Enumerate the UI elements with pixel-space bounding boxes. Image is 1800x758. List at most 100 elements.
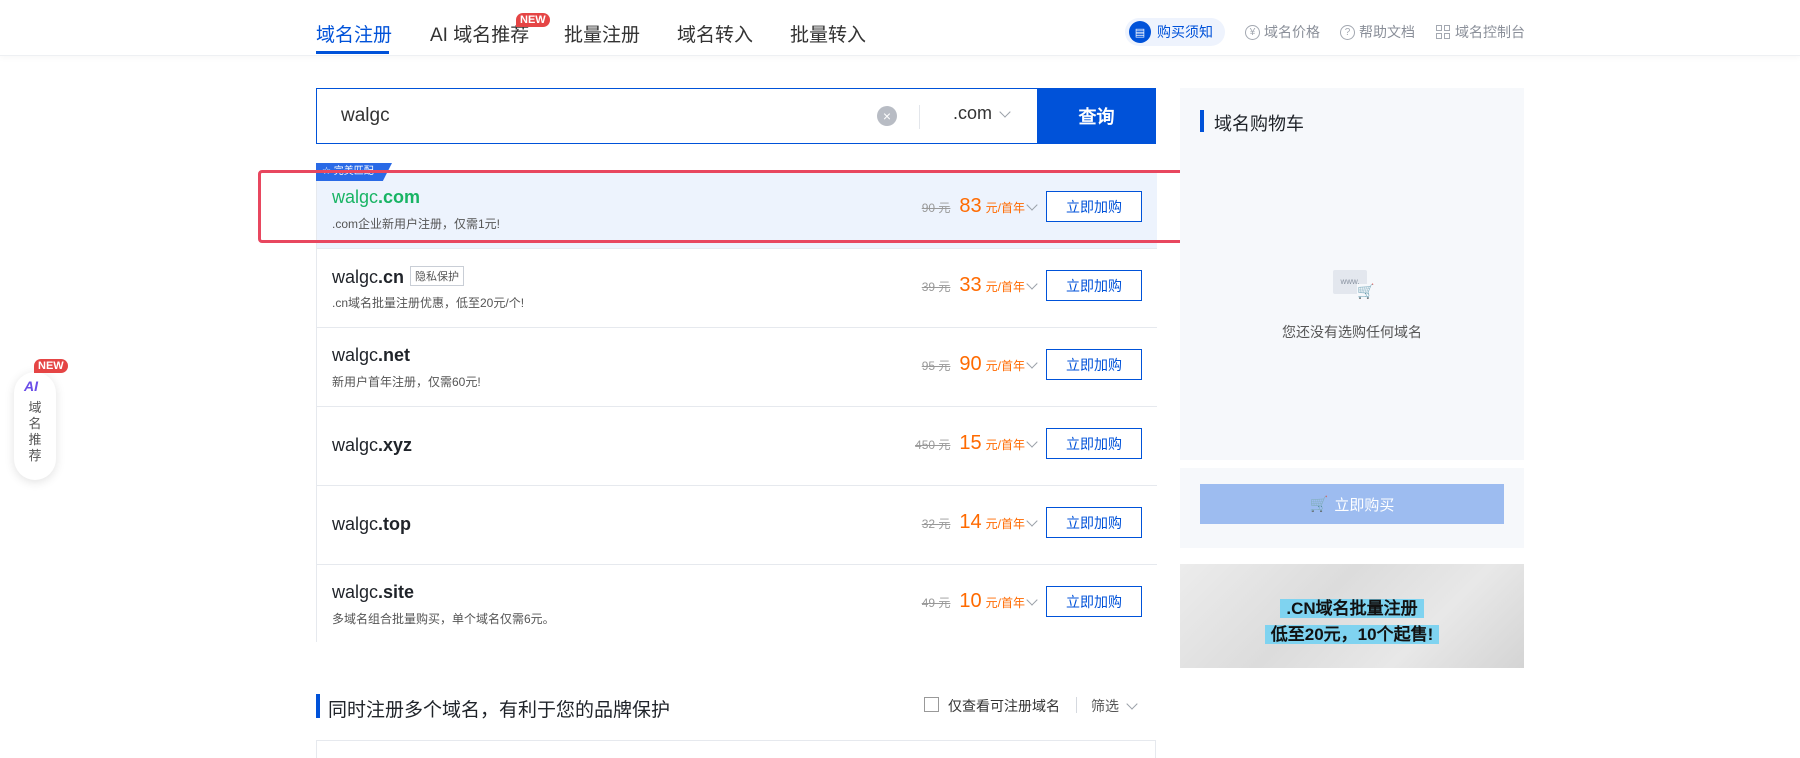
empty-cart-icon: www. 🛒 [1333,270,1375,300]
expand-chevron-icon[interactable] [1026,278,1038,290]
ai-recommend-widget[interactable]: AI 域名推荐 [14,372,56,480]
add-to-cart-button[interactable]: 立即加购 [1046,349,1142,380]
price: 90 元 83 元/首年 [922,195,1025,218]
expand-chevron-icon[interactable] [1026,199,1038,211]
tab-batch-register[interactable]: 批量注册 [564,20,640,47]
filter-label: 筛选 [1091,698,1119,714]
buy-now-label: 立即购买 [1334,496,1395,514]
purchase-notice-button[interactable]: ▤ 购买须知 [1125,18,1225,46]
help-docs-label: 帮助文档 [1359,24,1415,40]
only-available-label[interactable]: 仅查看可注册域名 [948,696,1060,716]
section-accent-bar [316,694,320,718]
divider [1076,697,1077,713]
expand-chevron-icon[interactable] [1026,515,1038,527]
result-row-site: walgc.site 多域名组合批量购买，单个域名仅需6元。 49 元 10 元… [317,565,1157,644]
expand-chevron-icon[interactable] [1026,594,1038,606]
domain-console-label: 域名控制台 [1455,24,1525,40]
domain-name: walgc.net [332,345,411,365]
current-price: 15 [959,432,982,454]
current-price: 33 [959,274,982,296]
suffix-select[interactable]: .com [953,103,1011,124]
domain-name: walgc.xyz [332,435,413,455]
search-box: × .com [316,88,1038,144]
expand-chevron-icon[interactable] [1026,436,1038,448]
search-input[interactable] [341,103,841,129]
add-to-cart-button[interactable]: 立即加购 [1046,191,1142,222]
result-row-xyz: walgc.xyz 450 元 15 元/首年 立即加购 [317,407,1157,486]
current-price: 10 [959,590,982,612]
question-icon: ? [1340,24,1355,40]
cart-accent-bar [1200,110,1204,132]
filter-dropdown[interactable]: 筛选 [1091,696,1138,716]
notice-icon: ▤ [1129,21,1151,43]
tab-batch-transfer[interactable]: 批量转入 [790,20,866,47]
chevron-down-icon [1126,698,1138,710]
perfect-match-tag: ☆ 完美匹配 [316,163,392,181]
old-price: 90 元 [921,201,951,215]
search-button[interactable]: 查询 [1037,88,1156,144]
current-price: 83 [959,195,982,217]
price-unit: 元/首年 [985,201,1025,215]
buy-now-button[interactable]: 🛒 立即购买 [1200,484,1504,524]
tab-domain-transfer[interactable]: 域名转入 [677,20,753,47]
expand-chevron-icon[interactable] [1026,357,1038,369]
result-row-top: walgc.top 32 元 14 元/首年 立即加购 [317,486,1157,565]
cn-promo-banner[interactable]: .CN域名批量注册 低至20元，10个起售! [1180,564,1524,668]
chevron-down-icon [999,105,1011,118]
add-to-cart-button[interactable]: 立即加购 [1046,270,1142,301]
old-price: 450 元 [915,438,951,452]
yen-icon: ¥ [1245,24,1260,40]
help-docs-link[interactable]: ? 帮助文档 [1340,20,1415,44]
domain-desc: 多域名组合批量购买，单个域名仅需6元。 [332,612,555,626]
price: 450 元 15 元/首年 [915,432,1025,455]
clear-icon[interactable]: × [877,106,897,126]
price-unit: 元/首年 [985,517,1025,531]
divider [1180,460,1524,468]
price: 32 元 14 元/首年 [922,511,1025,534]
purchase-notice-label: 购买须知 [1157,24,1213,40]
ai-logo-icon: AI [24,378,38,394]
domain-console-link[interactable]: 域名控制台 [1436,20,1525,44]
cart-icon: 🛒 [1309,496,1329,513]
old-price: 32 元 [921,517,951,531]
domain-results-list: walgc.com .com企业新用户注册，仅需1元! 90 元 83 元/首年… [316,170,1157,644]
section-title: 同时注册多个域名，有利于您的品牌保护 [328,700,671,721]
only-available-checkbox[interactable] [924,697,939,712]
multi-domain-list [316,740,1156,758]
banner-line-2: 低至20元，10个起售! [1180,620,1524,645]
old-price: 49 元 [921,596,951,610]
privacy-tag: 隐私保护 [410,266,465,286]
price-unit: 元/首年 [985,438,1025,452]
price-unit: 元/首年 [985,359,1025,373]
result-row-net: walgc.net 新用户首年注册，仅需60元! 95 元 90 元/首年 立即… [317,328,1157,407]
tab-domain-register[interactable]: 域名注册 [316,20,392,47]
domain-price-label: 域名价格 [1264,24,1320,40]
domain-desc: .cn域名批量注册优惠，低至20元/个! [332,296,525,310]
price: 49 元 10 元/首年 [922,590,1025,613]
domain-price-link[interactable]: ¥ 域名价格 [1245,20,1320,44]
divider [919,105,920,129]
active-tab-indicator [316,51,389,54]
grid-icon [1436,25,1450,39]
domain-desc: 新用户首年注册，仅需60元! [332,375,481,389]
price-unit: 元/首年 [985,280,1025,294]
new-badge: NEW [516,13,550,27]
add-to-cart-button[interactable]: 立即加购 [1046,507,1142,538]
new-badge: NEW [34,359,68,373]
ai-widget-label: 域名推荐 [28,400,42,463]
result-row-cn: walgc.cn 隐私保护 .cn域名批量注册优惠，低至20元/个! 39 元 3… [317,249,1157,328]
tab-ai-recommend[interactable]: AI 域名推荐 [430,20,529,47]
current-price: 90 [959,353,982,375]
old-price: 95 元 [921,359,951,373]
add-to-cart-button[interactable]: 立即加购 [1046,586,1142,617]
cart-empty-message: 您还没有选购任何域名 [1282,324,1422,340]
current-price: 14 [959,511,982,533]
price: 39 元 33 元/首年 [922,274,1025,297]
banner-line-1: .CN域名批量注册 [1180,594,1524,619]
domain-name: walgc.top [332,514,412,534]
cart-icon: 🛒 [1357,283,1375,299]
old-price: 39 元 [921,280,951,294]
top-nav: 域名注册 AI 域名推荐 NEW 批量注册 域名转入 批量转入 ▤ 购买须知 ¥… [0,0,1800,56]
cart-title: 域名购物车 [1214,114,1304,134]
add-to-cart-button[interactable]: 立即加购 [1046,428,1142,459]
